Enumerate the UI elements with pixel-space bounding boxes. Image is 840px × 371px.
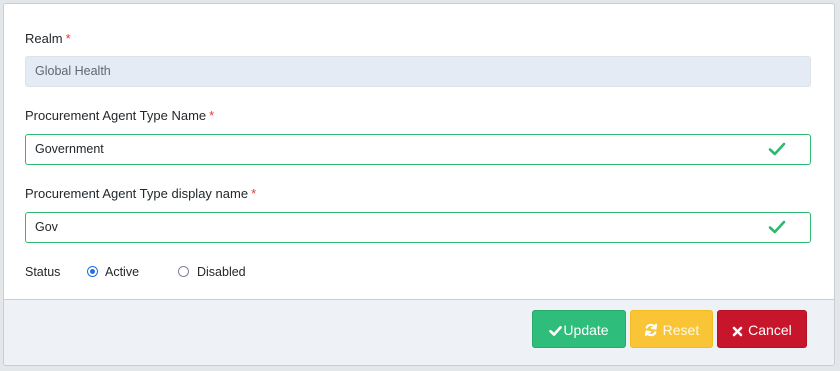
required-mark: * — [209, 108, 215, 123]
close-icon — [732, 326, 743, 337]
form-footer: Update Reset Cancel — [4, 299, 834, 365]
type-name-value: Government — [35, 142, 104, 156]
realm-value: Global Health — [35, 64, 111, 78]
status-disabled-label[interactable]: Disabled — [197, 265, 246, 279]
type-name-label: Procurement Agent Type Name * — [25, 108, 215, 123]
procurement-agent-type-card: Realm * Global Health Procurement Agent T… — [3, 3, 835, 366]
required-mark: * — [65, 31, 71, 46]
required-mark: * — [251, 186, 257, 201]
reset-label: Reset — [662, 322, 700, 338]
status-disabled-radio[interactable] — [178, 266, 189, 277]
form-body: Realm * Global Health Procurement Agent T… — [4, 4, 834, 300]
update-label: Update — [563, 322, 609, 338]
type-name-input[interactable]: Government — [25, 134, 811, 165]
status-active-label[interactable]: Active — [105, 265, 139, 279]
display-name-value: Gov — [35, 220, 58, 234]
status-label: Status — [25, 265, 61, 279]
refresh-icon — [644, 323, 657, 337]
display-name-input[interactable]: Gov — [25, 212, 811, 243]
cancel-button[interactable]: Cancel — [717, 310, 807, 348]
update-button[interactable]: Update — [532, 310, 626, 348]
check-icon — [549, 326, 563, 336]
check-icon — [768, 220, 786, 234]
cancel-label: Cancel — [748, 322, 792, 338]
reset-button[interactable]: Reset — [630, 310, 713, 348]
realm-label: Realm * — [25, 31, 71, 46]
check-icon — [768, 142, 786, 156]
realm-field: Global Health — [25, 56, 811, 87]
display-name-label: Procurement Agent Type display name * — [25, 186, 257, 201]
status-active-radio[interactable] — [87, 266, 98, 277]
status-row: Status Active Disabled — [25, 264, 425, 282]
